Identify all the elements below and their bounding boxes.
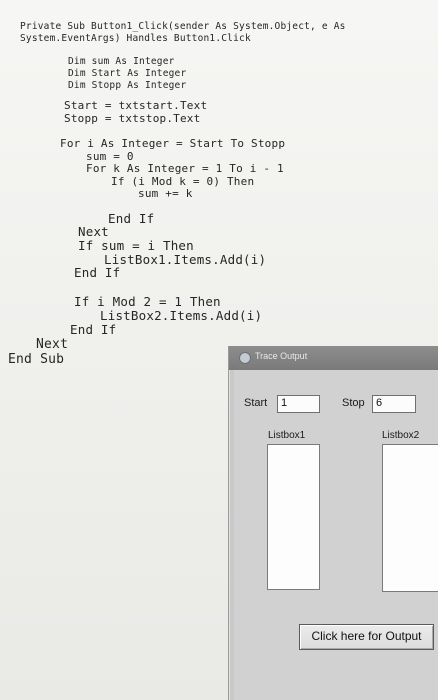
code-line-8: For i As Integer = Start To Stopp bbox=[60, 137, 286, 150]
window-icon bbox=[239, 352, 251, 364]
stop-label: Stop bbox=[342, 397, 365, 409]
photo-page: Private Sub Button1_Click(sender As Syst… bbox=[0, 0, 438, 700]
start-textbox[interactable]: 1 bbox=[277, 395, 320, 413]
start-label: Start bbox=[244, 397, 268, 409]
code-line-10: For k As Integer = 1 To i - 1 bbox=[86, 162, 284, 175]
code-line-17: End If bbox=[74, 265, 121, 280]
code-line-5: Dim Stopp As Integer bbox=[68, 80, 187, 91]
listbox1[interactable] bbox=[267, 444, 320, 590]
stop-textbox[interactable]: 6 bbox=[372, 395, 416, 413]
code-line-13: End If bbox=[108, 211, 155, 226]
code-line-16: ListBox1.Items.Add(i) bbox=[104, 252, 267, 267]
listbox2-label: Listbox2 bbox=[382, 430, 420, 441]
code-line-19: ListBox2.Items.Add(i) bbox=[100, 308, 263, 323]
code-line-20: End If bbox=[70, 322, 117, 337]
code-line-7: Stopp = txtstop.Text bbox=[64, 112, 201, 125]
output-button[interactable]: Click here for Output bbox=[299, 624, 434, 650]
code-line-2: System.EventArgs) Handles Button1.Click bbox=[20, 33, 251, 44]
listbox1-label: Listbox1 bbox=[268, 430, 306, 441]
trace-output-window: Trace Output Start 1 Stop 6 Listbox1 Lis… bbox=[228, 346, 438, 700]
code-line-14: Next bbox=[78, 224, 109, 239]
code-line-12: sum += k bbox=[138, 187, 193, 200]
listbox2[interactable] bbox=[382, 444, 438, 592]
code-line-22: End Sub bbox=[8, 352, 65, 367]
form-client-area: Start 1 Stop 6 Listbox1 Listbox2 Click h… bbox=[234, 370, 438, 700]
title-bar[interactable]: Trace Output bbox=[229, 346, 438, 370]
code-line-6: Start = txtstart.Text bbox=[64, 99, 208, 112]
code-line-21: Next bbox=[36, 337, 69, 352]
window-title: Trace Output bbox=[255, 351, 308, 361]
code-line-18: If i Mod 2 = 1 Then bbox=[74, 294, 221, 309]
code-line-15: If sum = i Then bbox=[78, 238, 194, 253]
